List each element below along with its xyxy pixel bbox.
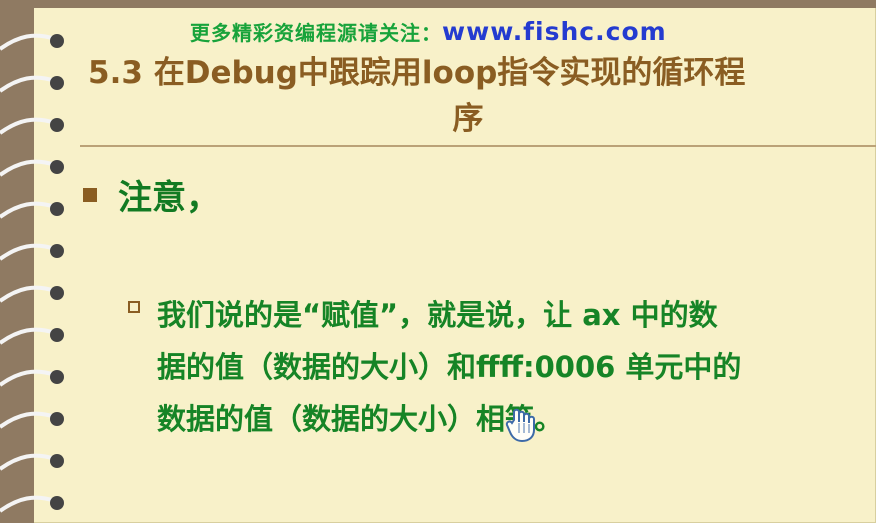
explanation-line-1: 我们说的是“赋值”，就是说，让 ax 中的数 xyxy=(157,298,718,332)
attention-heading: 注意， xyxy=(118,178,220,218)
slide-title-line-2: 序 xyxy=(452,101,484,137)
slide-title: 5.3 在Debug中跟踪用loop指令实现的循环程 序 xyxy=(88,50,848,142)
spiral-binding-icon xyxy=(0,159,64,177)
spiral-binding-icon xyxy=(0,285,64,303)
slide-page: 更多精彩资编程源请关注：www.fishc.com 5.3 在Debug中跟踪用… xyxy=(0,0,876,523)
promo-header: 更多精彩资编程源请关注：www.fishc.com xyxy=(190,17,667,46)
spiral-binding-icon xyxy=(0,75,64,93)
spiral-binding-icon xyxy=(0,369,64,387)
sub-bullet-icon xyxy=(128,301,140,313)
spiral-binding-icon xyxy=(0,33,64,51)
spiral-binding-icon xyxy=(0,243,64,261)
spiral-binding-icon xyxy=(0,327,64,345)
spiral-binding-icon xyxy=(0,411,64,429)
website-link[interactable]: www.fishc.com xyxy=(442,17,667,46)
spiral-binding-icon xyxy=(0,495,64,513)
title-divider xyxy=(80,145,876,147)
top-background-band xyxy=(0,0,876,8)
spiral-binding-icon xyxy=(0,453,64,471)
main-bullet-icon xyxy=(83,188,97,202)
spiral-binding-icon xyxy=(0,117,64,135)
spiral-binding-icon xyxy=(0,201,64,219)
slide-title-line-1: 5.3 在Debug中跟踪用loop指令实现的循环程 xyxy=(88,55,746,91)
hand-cursor-icon xyxy=(505,408,535,443)
explanation-line-2: 据的值（数据的大小）和ffff:0006 单元中的 xyxy=(157,350,742,384)
header-prefix: 更多精彩资编程源请关注： xyxy=(190,21,442,45)
